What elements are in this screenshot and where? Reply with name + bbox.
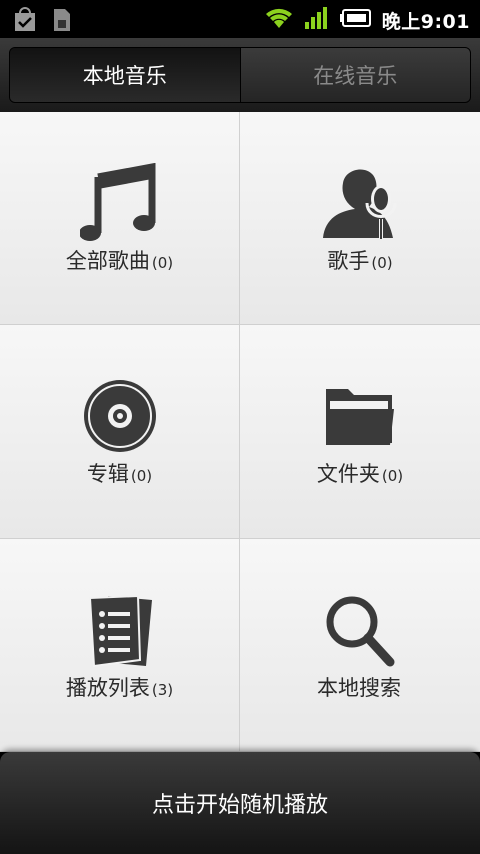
shuffle-play-button[interactable]: 点击开始随机播放 xyxy=(0,752,480,854)
disc-icon xyxy=(80,376,160,460)
wifi-icon xyxy=(264,6,294,34)
playlist-icon xyxy=(80,590,160,674)
grid-item-label: 歌手 (0) xyxy=(327,249,393,273)
grid-item-label: 本地搜索 xyxy=(317,676,401,700)
status-bar: 晚上9:01 xyxy=(0,0,480,38)
grid-item-albums[interactable]: 专辑 (0) xyxy=(0,325,240,539)
battery-icon xyxy=(339,9,372,31)
tab-online-music[interactable]: 在线音乐 xyxy=(240,48,470,102)
grid-item-label: 文件夹 (0) xyxy=(316,462,404,486)
tab-local-music[interactable]: 本地音乐 xyxy=(10,48,241,102)
sim-card-icon xyxy=(52,7,72,37)
signal-bars-icon xyxy=(304,6,330,34)
singer-microphone-icon xyxy=(315,163,405,247)
grid-item-artists[interactable]: 歌手 (0) xyxy=(240,112,480,325)
grid-item-playlists[interactable]: 播放列表 (3) xyxy=(0,539,240,752)
music-note-icon xyxy=(78,162,160,247)
clock: 晚上9:01 xyxy=(381,10,470,33)
grid-item-all-songs[interactable]: 全部歌曲 (0) xyxy=(0,112,240,325)
grid-item-label: 全部歌曲 (0) xyxy=(65,249,174,273)
search-icon xyxy=(320,590,400,674)
shopping-bag-check-icon xyxy=(12,7,38,37)
category-grid: 全部歌曲 (0) 歌手 (0) 专辑 (0) 文件夹 (0) 播放列表 (3) … xyxy=(0,112,480,752)
header: 本地音乐 在线音乐 xyxy=(0,38,480,112)
grid-item-label: 播放列表 (3) xyxy=(65,676,174,700)
grid-item-label: 专辑 (0) xyxy=(86,462,153,486)
folder-icon xyxy=(320,381,400,455)
tab-bar: 本地音乐 在线音乐 xyxy=(9,47,471,103)
grid-item-folders[interactable]: 文件夹 (0) xyxy=(240,325,480,539)
grid-item-local-search[interactable]: 本地搜索 xyxy=(240,539,480,752)
